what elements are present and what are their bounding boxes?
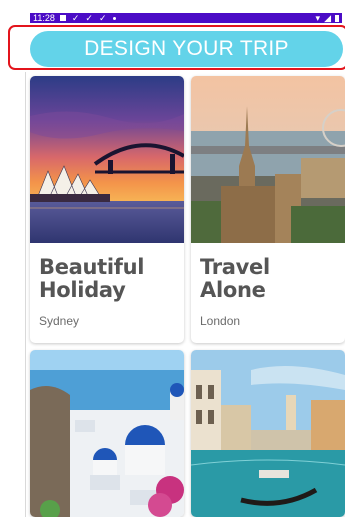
status-bar: 11:28 ✓ ✓ ✓ ▾ ◢ (30, 13, 342, 23)
trip-card-santorini[interactable] (30, 350, 184, 517)
divider (25, 72, 26, 517)
trip-card-london[interactable]: Travel Alone London (191, 76, 345, 343)
status-time: 11:28 (33, 13, 55, 23)
wifi-icon: ▾ (315, 13, 321, 23)
battery-icon (335, 14, 339, 22)
card-location: Sydney (39, 314, 80, 328)
system-icons: ▾ ◢ (316, 13, 339, 23)
card-title: Beautiful Holiday (39, 255, 145, 302)
notification-icon (59, 15, 66, 21)
signal-icon: ◢ (324, 13, 331, 23)
check-icon: ✓ (85, 13, 93, 23)
trip-card-sydney[interactable]: Beautiful Holiday Sydney (30, 76, 184, 343)
dot-icon (112, 16, 116, 20)
card-location: London (200, 314, 241, 328)
venice-image (191, 350, 345, 517)
trip-grid: Beautiful Holiday Sydney Travel Alone Lo… (30, 76, 345, 517)
card-title: Travel Alone (200, 255, 270, 302)
notification-icons: ✓ ✓ ✓ (59, 13, 116, 23)
trip-card-venice[interactable] (191, 350, 345, 517)
check-icon: ✓ (98, 13, 107, 23)
check-icon: ✓ (71, 13, 80, 23)
santorini-image (30, 350, 184, 517)
design-your-trip-button[interactable]: DESIGN YOUR TRIP (30, 31, 343, 67)
london-image (191, 76, 345, 243)
sydney-image (30, 76, 184, 243)
